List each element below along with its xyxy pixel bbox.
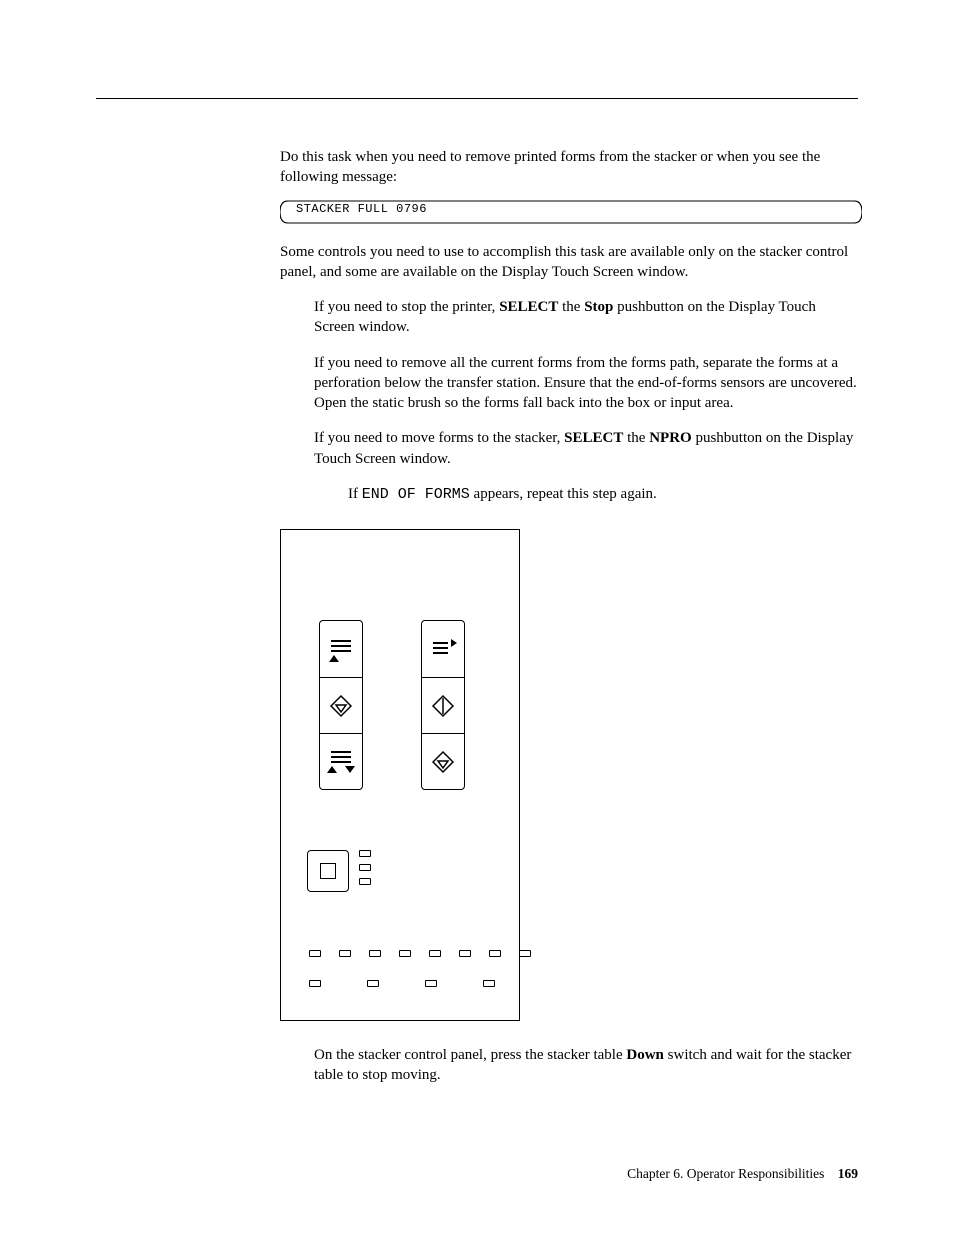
content-area: Do this task when you need to remove pri… <box>280 147 860 1086</box>
text: If you need to stop the printer, <box>314 299 499 315</box>
chapter-label: Chapter 6. Operator Responsibilities <box>627 1166 824 1181</box>
led-icon <box>369 950 381 957</box>
down-label: Down <box>626 1047 664 1063</box>
text: If <box>348 486 362 502</box>
led-icon <box>367 980 379 987</box>
feed-forward-button-icon <box>422 621 464 677</box>
text: If you need to move forms to the stacker… <box>314 430 564 446</box>
callout-text: STACKER FULL 0796 <box>296 201 427 217</box>
led-icon <box>309 950 321 957</box>
page: Do this task when you need to remove pri… <box>0 0 954 1235</box>
led-icon <box>425 980 437 987</box>
square-icon <box>320 863 336 879</box>
mode-leds-icon <box>359 850 371 885</box>
led-icon <box>359 864 371 871</box>
square-button-icon <box>307 850 349 892</box>
diamond-split-button-icon <box>422 677 464 734</box>
led-icon <box>399 950 411 957</box>
top-rule <box>96 98 858 99</box>
led-icon <box>483 980 495 987</box>
text: On the stacker control panel, press the … <box>314 1047 626 1063</box>
after-figure-instruction: On the stacker control panel, press the … <box>314 1045 860 1086</box>
text: appears, repeat this step again. <box>470 486 657 502</box>
message-callout: STACKER FULL 0796 <box>280 198 860 224</box>
controls-paragraph: Some controls you need to use to accompl… <box>280 242 860 283</box>
npro-instruction: If you need to move forms to the stacker… <box>314 428 860 469</box>
page-both-button-icon <box>320 733 362 790</box>
select-label: SELECT <box>499 299 558 315</box>
led-row-top-icon <box>309 950 531 957</box>
stop-instruction: If you need to stop the printer, SELECT … <box>314 297 860 338</box>
end-of-forms-code: END OF FORMS <box>362 486 470 503</box>
right-button-column <box>421 620 465 790</box>
end-of-forms-instruction: If END OF FORMS appears, repeat this ste… <box>348 484 860 505</box>
led-icon <box>359 850 371 857</box>
led-row-bottom-icon <box>309 980 495 987</box>
npro-label: NPRO <box>649 430 692 446</box>
led-icon <box>429 950 441 957</box>
diamond-down-button-icon <box>320 677 362 734</box>
page-footer: Chapter 6. Operator Responsibilities 169 <box>627 1165 858 1183</box>
stacker-control-panel-figure <box>280 529 520 1021</box>
diamond-down-button-icon-2 <box>422 733 464 790</box>
left-button-column <box>319 620 363 790</box>
select-label: SELECT <box>564 430 623 446</box>
remove-forms-instruction: If you need to remove all the current fo… <box>314 353 860 414</box>
text: the <box>623 430 649 446</box>
led-icon <box>459 950 471 957</box>
led-icon <box>339 950 351 957</box>
led-icon <box>309 980 321 987</box>
led-icon <box>489 950 501 957</box>
page-number: 169 <box>838 1166 858 1181</box>
text: the <box>558 299 584 315</box>
stop-label: Stop <box>584 299 613 315</box>
led-icon <box>359 878 371 885</box>
intro-paragraph: Do this task when you need to remove pri… <box>280 147 860 188</box>
page-up-button-icon <box>320 621 362 677</box>
led-icon <box>519 950 531 957</box>
